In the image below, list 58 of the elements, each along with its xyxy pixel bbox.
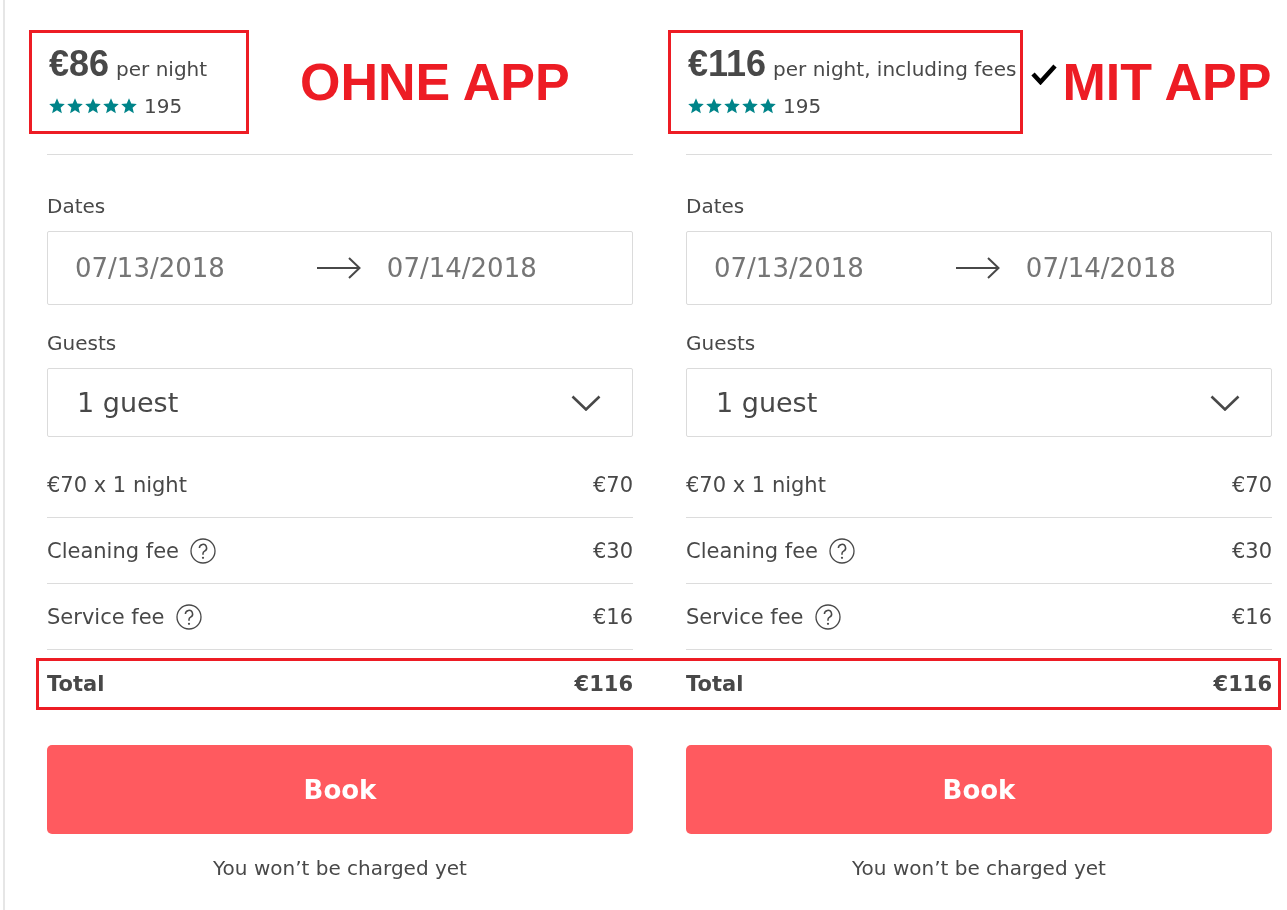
field-label: Guests	[47, 331, 117, 355]
arrow-right-icon	[955, 257, 1000, 279]
total-label: Total	[47, 672, 105, 696]
line-item-label: €70 x 1 night	[686, 472, 826, 497]
line-item-amount: €30	[1231, 538, 1272, 563]
check-out-date[interactable]: 07/14/2018	[1025, 253, 1176, 283]
field-label: Dates	[686, 194, 745, 218]
book-button[interactable]: Book	[686, 745, 1272, 834]
guest-select[interactable]: 1 guest	[686, 368, 1272, 437]
nightly-price: €116	[688, 43, 767, 85]
line-item-amount: €70	[592, 472, 633, 497]
star-icon	[103, 98, 119, 114]
total-amount: €116	[1213, 672, 1272, 696]
chevron-down-icon	[1210, 394, 1240, 411]
help-icon[interactable]	[829, 537, 855, 564]
line-item-amount: €16	[592, 604, 633, 629]
star-icon	[742, 98, 758, 114]
field-label: Guests	[686, 331, 756, 355]
help-icon[interactable]	[190, 537, 216, 564]
star-icon	[49, 98, 65, 114]
line-item-label: Service fee	[47, 604, 165, 629]
help-icon[interactable]	[814, 603, 841, 630]
star-icon	[706, 98, 722, 114]
line-item-amount: €30	[592, 538, 633, 563]
line-item-label: €70 x 1 night	[47, 472, 187, 497]
check-in-date[interactable]: 07/13/2018	[75, 253, 225, 283]
total-amount: €116	[574, 672, 633, 696]
price-unit: per night, including fees	[773, 57, 1017, 81]
line-item-label: Cleaning fee	[47, 538, 179, 563]
star-icon	[724, 98, 740, 114]
star-icon	[688, 98, 704, 114]
annotation-label: OHNE APP	[300, 56, 570, 108]
price-unit: per night	[116, 57, 208, 81]
review-count: 195	[783, 95, 822, 117]
total-label: Total	[686, 672, 744, 696]
help-icon[interactable]	[175, 603, 202, 630]
book-button[interactable]: Book	[47, 745, 633, 834]
star-icon	[760, 98, 776, 114]
guest-select[interactable]: 1 guest	[47, 368, 633, 437]
check-in-date[interactable]: 07/13/2018	[714, 253, 864, 283]
line-item-amount: €70	[1231, 472, 1272, 497]
star-icon	[85, 98, 101, 114]
charge-note: You won’t be charged yet	[213, 856, 467, 880]
star-icon	[67, 98, 83, 114]
annotation-label: MIT APP	[1062, 56, 1272, 108]
star-icon	[121, 98, 137, 114]
charge-note: You won’t be charged yet	[852, 856, 1106, 880]
nightly-price: €86	[49, 43, 110, 85]
date-range-field[interactable]: 07/13/2018 07/14/2018	[686, 231, 1272, 305]
field-label: Dates	[47, 194, 106, 218]
chevron-down-icon	[571, 394, 601, 411]
review-count: 195	[144, 95, 183, 117]
arrow-right-icon	[316, 257, 361, 279]
line-item-label: Service fee	[686, 604, 804, 629]
check-out-date[interactable]: 07/14/2018	[386, 253, 537, 283]
date-range-field[interactable]: 07/13/2018 07/14/2018	[47, 231, 633, 305]
line-item-label: Cleaning fee	[686, 538, 818, 563]
line-item-amount: €16	[1231, 604, 1272, 629]
